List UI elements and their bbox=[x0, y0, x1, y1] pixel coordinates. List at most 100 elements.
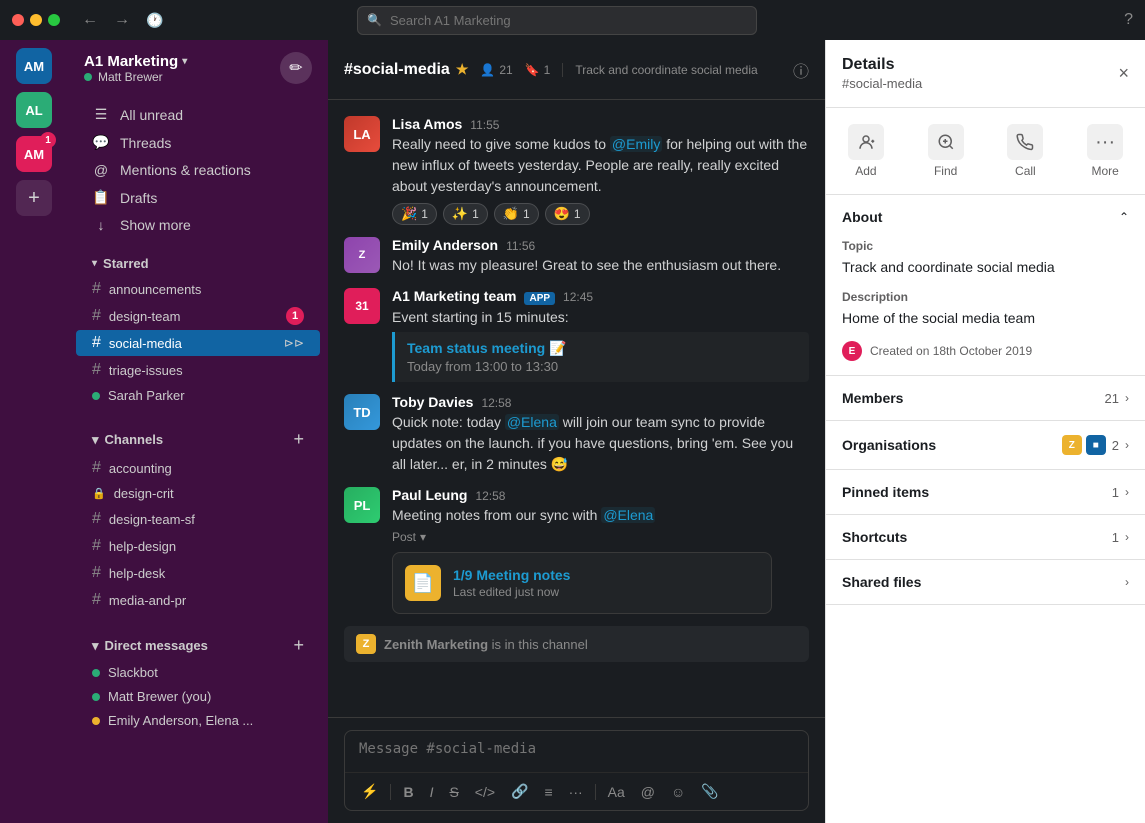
channel-item-media-and-pr[interactable]: # media-and-pr bbox=[76, 587, 320, 613]
dm-item-emily-elena[interactable]: Emily Anderson, Elena ... bbox=[76, 709, 320, 732]
find-action-button[interactable]: Find bbox=[920, 120, 972, 182]
description-block: Description Home of the social media tea… bbox=[842, 290, 1129, 329]
channel-item-accounting[interactable]: # accounting bbox=[76, 455, 320, 481]
starred-section-header[interactable]: ▾ Starred bbox=[76, 252, 320, 275]
workspace-name[interactable]: A1 Marketing ▾ bbox=[84, 53, 187, 70]
forward-button[interactable]: → bbox=[108, 7, 136, 33]
more-action-button[interactable]: ··· More bbox=[1079, 120, 1131, 182]
attachment-button[interactable]: 📎 bbox=[695, 779, 724, 804]
dm-header-toggle[interactable]: ▾ Direct messages bbox=[92, 638, 208, 654]
reaction-button[interactable]: ✨1 bbox=[443, 203, 488, 225]
dm-item-sarah-parker[interactable]: Sarah Parker bbox=[76, 384, 320, 407]
text-format-button[interactable]: Aa bbox=[602, 780, 631, 804]
chevron-right-icon: › bbox=[1125, 391, 1129, 405]
list-button[interactable]: ≡ bbox=[538, 780, 558, 804]
shortcuts-section-header[interactable]: Shortcuts 1 › bbox=[826, 515, 1145, 559]
bold-button[interactable]: B bbox=[397, 780, 419, 804]
pinned-title: Pinned items bbox=[842, 484, 929, 500]
reaction-button[interactable]: 🎉1 bbox=[392, 203, 437, 225]
titlebar: ← → 🕐 🔍 ? bbox=[0, 0, 1145, 40]
bookmark-count: 🔖 1 bbox=[525, 63, 551, 77]
message-content: A1 Marketing team APP 12:45 Event starti… bbox=[392, 288, 809, 382]
sidebar: A1 Marketing ▾ Matt Brewer ✏ ☰ All unrea… bbox=[68, 40, 328, 823]
message-author: Paul Leung bbox=[392, 487, 467, 503]
pinned-section-header[interactable]: Pinned items 1 › bbox=[826, 470, 1145, 514]
topic-value: Track and coordinate social media bbox=[842, 257, 1129, 278]
message-input[interactable] bbox=[345, 731, 808, 767]
app-body: AM AL AM 1 + A1 Marketing ▾ Matt Brewer … bbox=[0, 40, 1145, 823]
reaction-button[interactable]: 👏1 bbox=[494, 203, 539, 225]
sidebar-item-mentions[interactable]: @ Mentions & reactions bbox=[76, 157, 320, 183]
description-label: Description bbox=[842, 290, 1129, 304]
info-button[interactable]: ⓘ bbox=[793, 58, 809, 82]
message-input-area: ⚡ B I S </> 🔗 ≡ ··· Aa @ ☺ 📎 bbox=[328, 717, 825, 823]
add-dm-button[interactable]: + bbox=[293, 635, 304, 656]
workspace-avatar-al[interactable]: AL bbox=[16, 92, 52, 128]
file-name[interactable]: 1/9 Meeting notes bbox=[453, 567, 759, 583]
dm-item-slackbot[interactable]: Slackbot bbox=[76, 661, 320, 684]
details-close-button[interactable]: × bbox=[1118, 63, 1129, 84]
meeting-link[interactable]: Team status meeting 📝 bbox=[407, 340, 797, 357]
add-workspace-button[interactable]: + bbox=[16, 180, 52, 216]
channels-header-toggle[interactable]: ▾ Channels bbox=[92, 432, 163, 448]
mention[interactable]: @Elena bbox=[505, 414, 559, 430]
star-icon[interactable]: ★ bbox=[456, 61, 469, 78]
mention[interactable]: @Elena bbox=[601, 507, 655, 523]
triangle-down-icon: ▾ bbox=[92, 258, 97, 269]
all-unread-icon: ☰ bbox=[92, 106, 110, 123]
shared-files-section-header[interactable]: Shared files › bbox=[826, 560, 1145, 604]
avatar: PL bbox=[344, 487, 380, 523]
channel-item-social-media[interactable]: # social-media ⊳⊳ bbox=[76, 330, 320, 356]
minimize-button[interactable] bbox=[30, 14, 42, 26]
sidebar-item-show-more[interactable]: ↓ Show more bbox=[76, 212, 320, 238]
back-button[interactable]: ← bbox=[76, 7, 104, 33]
channel-item-announcements[interactable]: # announcements bbox=[76, 276, 320, 302]
help-button[interactable]: ? bbox=[1124, 11, 1133, 29]
post-label[interactable]: Post ▾ bbox=[392, 530, 809, 544]
members-section-header[interactable]: Members 21 › bbox=[826, 376, 1145, 420]
strikethrough-button[interactable]: S bbox=[443, 780, 464, 804]
add-icon bbox=[848, 124, 884, 160]
channel-item-design-team[interactable]: # design-team 1 bbox=[76, 303, 320, 329]
about-section-header[interactable]: About ⌃ bbox=[826, 195, 1145, 239]
search-input[interactable] bbox=[357, 6, 757, 35]
creator-avatar: E bbox=[842, 341, 862, 361]
organisations-section-header[interactable]: Organisations Z ■ 2 › bbox=[826, 421, 1145, 469]
details-channel: #social-media bbox=[842, 76, 922, 91]
add-action-button[interactable]: Add bbox=[840, 120, 892, 182]
messages-area: LA Lisa Amos 11:55 Really need to give s… bbox=[328, 100, 825, 717]
add-channel-button[interactable]: + bbox=[293, 429, 304, 450]
channel-item-design-crit[interactable]: 🔒 design-crit bbox=[76, 482, 320, 505]
channel-item-help-desk[interactable]: # help-desk bbox=[76, 560, 320, 586]
fullscreen-button[interactable] bbox=[48, 14, 60, 26]
history-button[interactable]: 🕐 bbox=[140, 7, 169, 33]
sidebar-item-drafts[interactable]: 📋 Drafts bbox=[76, 184, 320, 211]
call-action-button[interactable]: Call bbox=[999, 120, 1051, 182]
dm-item-matt-brewer[interactable]: Matt Brewer (you) bbox=[76, 685, 320, 708]
lightning-button[interactable]: ⚡ bbox=[355, 779, 384, 804]
workspace-avatar-am[interactable]: AM bbox=[16, 48, 52, 84]
sidebar-item-all-unread[interactable]: ☰ All unread bbox=[76, 101, 320, 128]
reaction-button[interactable]: 😍1 bbox=[545, 203, 590, 225]
message-header: A1 Marketing team APP 12:45 bbox=[392, 288, 809, 305]
mention[interactable]: @Emily bbox=[610, 136, 662, 152]
mention-button[interactable]: @ bbox=[635, 780, 661, 804]
italic-button[interactable]: I bbox=[424, 780, 440, 804]
message-header: Lisa Amos 11:55 bbox=[392, 116, 809, 132]
link-button[interactable]: 🔗 bbox=[505, 779, 534, 804]
channel-item-design-team-sf[interactable]: # design-team-sf bbox=[76, 506, 320, 532]
code-button[interactable]: </> bbox=[469, 780, 501, 804]
more-formatting-button[interactable]: ··· bbox=[563, 780, 589, 804]
sidebar-item-threads[interactable]: 💬 Threads bbox=[76, 129, 320, 156]
message-content: Lisa Amos 11:55 Really need to give some… bbox=[392, 116, 809, 225]
file-icon: 📄 bbox=[405, 565, 441, 601]
close-button[interactable] bbox=[12, 14, 24, 26]
compose-button[interactable]: ✏ bbox=[280, 52, 312, 84]
emoji-button[interactable]: ☺ bbox=[665, 780, 691, 804]
workspace-avatar-am2[interactable]: AM 1 bbox=[16, 136, 52, 172]
channel-title: #social-media ★ bbox=[344, 61, 468, 79]
channel-item-triage-issues[interactable]: # triage-issues bbox=[76, 357, 320, 383]
message-author: Lisa Amos bbox=[392, 116, 462, 132]
channel-item-help-design[interactable]: # help-design bbox=[76, 533, 320, 559]
organisations-badge: Z ■ 2 › bbox=[1062, 435, 1129, 455]
